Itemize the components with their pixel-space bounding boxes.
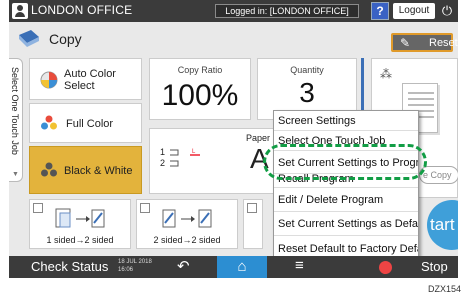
duplex-icon bbox=[55, 208, 105, 228]
svg-text:L: L bbox=[192, 149, 196, 155]
office-name: LONDON OFFICE bbox=[31, 3, 133, 17]
duplex-icon bbox=[162, 209, 212, 228]
menu-item-edit-delete-program[interactable]: Edit / Delete Program bbox=[274, 188, 418, 212]
black-white-label: Black & White bbox=[64, 165, 133, 177]
status-date: 18 JUL 2018 bbox=[118, 259, 152, 265]
copy-ratio-button[interactable]: Copy Ratio 100% bbox=[149, 58, 251, 120]
user-icon bbox=[12, 3, 28, 19]
help-button[interactable]: ? bbox=[371, 2, 389, 20]
login-status: Logged in: [LONDON OFFICE] bbox=[215, 4, 359, 18]
program-menu-popup: Screen Settings Select One Touch Job Set… bbox=[273, 110, 419, 262]
quantity-caption: Quantity bbox=[290, 65, 324, 75]
status-time: 16:06 bbox=[118, 267, 134, 273]
full-color-icon bbox=[41, 115, 57, 130]
full-color-button[interactable]: Full Color bbox=[29, 103, 142, 143]
copy-app-icon bbox=[19, 30, 39, 47]
page-title: Copy bbox=[49, 31, 82, 47]
black-white-button[interactable]: Black & White bbox=[29, 146, 142, 194]
power-icon[interactable]: ⏻ bbox=[439, 2, 455, 20]
highlight-callout bbox=[263, 144, 427, 180]
paper-tray-icon: 1 2 L bbox=[160, 147, 200, 171]
auto-color-select-button[interactable]: Auto Color Select bbox=[29, 58, 142, 100]
option-checkbox[interactable] bbox=[140, 203, 150, 213]
top-bar: LONDON OFFICE Logged in: [LONDON OFFICE]… bbox=[9, 0, 458, 22]
auto-color-icon bbox=[40, 71, 58, 89]
option-partial[interactable] bbox=[243, 199, 263, 249]
chevron-down-icon: ▼ bbox=[12, 171, 19, 178]
pencil-icon: ✎ bbox=[400, 36, 411, 50]
logout-button[interactable]: Logout bbox=[393, 3, 435, 19]
menu-icon[interactable]: ≡ bbox=[295, 257, 304, 274]
sidetab-label: Select One Touch Job bbox=[10, 67, 20, 155]
home-icon[interactable]: ⌂ bbox=[217, 256, 267, 278]
reset-button[interactable]: ✎ Reset bbox=[391, 33, 458, 52]
copy-ratio-value: 100% bbox=[161, 79, 239, 112]
stop-icon[interactable] bbox=[379, 261, 392, 274]
start-button[interactable]: tart bbox=[427, 200, 458, 250]
figure-code: DZX154 bbox=[428, 284, 462, 294]
select-one-touch-job-tab[interactable]: Select One Touch Job ▼ bbox=[9, 58, 23, 182]
copy-ratio-caption: Copy Ratio bbox=[177, 65, 223, 75]
option-checkbox[interactable] bbox=[33, 203, 43, 213]
check-status-button[interactable]: Check Status bbox=[31, 259, 108, 274]
quantity-value: 3 bbox=[299, 77, 315, 108]
black-white-icon bbox=[41, 162, 57, 177]
menu-item-screen-settings[interactable]: Screen Settings bbox=[274, 111, 418, 131]
status-bar: Check Status 18 JUL 2018 16:06 ↶ ⌂ ≡ Sto… bbox=[9, 256, 458, 278]
tray-number-2: 2 bbox=[160, 158, 166, 168]
stop-button[interactable]: Stop bbox=[421, 259, 448, 274]
auto-color-label: Auto Color Select bbox=[64, 68, 116, 92]
date-time: 18 JUL 2018 16:06 bbox=[118, 258, 152, 274]
option-2sided-2sided[interactable]: 2 sided→2 sided bbox=[136, 199, 238, 249]
option-checkbox[interactable] bbox=[247, 203, 257, 213]
tray-number-1: 1 bbox=[160, 147, 166, 157]
full-color-label: Full Color bbox=[66, 118, 114, 130]
copy-screen: LONDON OFFICE Logged in: [LONDON OFFICE]… bbox=[9, 0, 458, 278]
menu-item-set-current-as-default[interactable]: Set Current Settings as Default bbox=[274, 212, 418, 236]
tray-shapes: L bbox=[170, 149, 200, 167]
option-1sided-2sided[interactable]: 1 sided→2 sided bbox=[29, 199, 131, 249]
option-label: 1 sided→2 sided bbox=[46, 235, 114, 245]
option-label: 2 sided→2 sided bbox=[153, 235, 221, 245]
reset-label: Reset bbox=[429, 37, 458, 49]
preview-icon: ⁂ bbox=[380, 67, 392, 81]
back-icon[interactable]: ↶ bbox=[177, 257, 190, 275]
